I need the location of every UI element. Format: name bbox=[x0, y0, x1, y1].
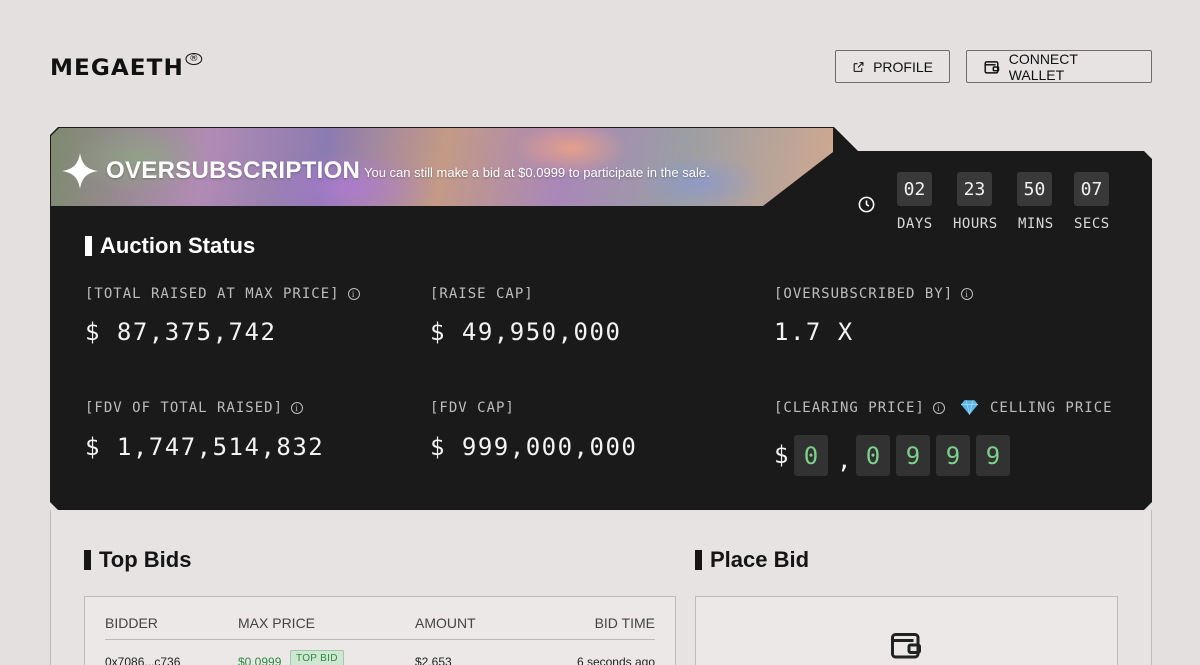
raise-cap-label-text: [RAISE CAP] bbox=[430, 286, 534, 302]
fdv-total-label-text: [FDV OF TOTAL RAISED] bbox=[85, 400, 284, 416]
clearing-digit: 9 bbox=[976, 435, 1010, 476]
column-header-bid-time: BID TIME bbox=[594, 615, 655, 631]
oversubscribed-value: 1.7 X bbox=[774, 318, 854, 346]
countdown-secs-label: SECS bbox=[1074, 216, 1110, 232]
column-header-max-price: MAX PRICE bbox=[238, 615, 316, 631]
countdown-days-label: DAYS bbox=[897, 216, 933, 232]
diamond-icon bbox=[961, 400, 978, 415]
bid-max-price: $0.0999 bbox=[238, 655, 282, 665]
fdv-total-label: [FDV OF TOTAL RAISED] i bbox=[85, 400, 304, 416]
info-icon[interactable]: i bbox=[961, 288, 974, 300]
top-bids-text: Top Bids bbox=[99, 547, 192, 572]
sparkle-icon bbox=[61, 152, 99, 190]
megaeth-logo[interactable]: MEGAETH ® bbox=[50, 52, 203, 81]
profile-label: PROFILE bbox=[873, 58, 933, 75]
auction-status-text: Auction Status bbox=[100, 233, 256, 258]
top-bids-table: BIDDER MAX PRICE AMOUNT BID TIME 0x7086.… bbox=[84, 596, 676, 665]
fdv-cap-value: $ 999,000,000 bbox=[430, 433, 638, 461]
bid-amount: $2,653 bbox=[415, 655, 452, 665]
connect-wallet-label: CONNECT WALLET bbox=[1008, 50, 1078, 83]
top-bid-badge: TOP BID bbox=[290, 650, 344, 665]
title-bar bbox=[695, 550, 702, 570]
raise-cap-label: [RAISE CAP] bbox=[430, 286, 534, 302]
total-raised-label-text: [TOTAL RAISED AT MAX PRICE] bbox=[85, 286, 340, 302]
banner-subtitle: You can still make a bid at $0.0999 to p… bbox=[364, 165, 710, 180]
info-icon[interactable]: i bbox=[347, 288, 360, 300]
registered-mark: ® bbox=[185, 52, 203, 65]
fdv-cap-label-text: [FDV CAP] bbox=[430, 400, 515, 416]
countdown-hours-label: HOURS bbox=[953, 216, 998, 232]
clock-icon bbox=[858, 196, 875, 213]
fdv-total-value: $ 1,747,514,832 bbox=[85, 433, 325, 461]
top-bids-title: Top Bids bbox=[84, 547, 191, 573]
title-bar bbox=[84, 550, 91, 570]
wallet-icon bbox=[984, 60, 1000, 74]
oversubscribed-label-text: [OVERSUBSCRIBED BY] bbox=[774, 286, 954, 302]
title-bar bbox=[85, 236, 92, 256]
raise-cap-value: $ 49,950,000 bbox=[430, 318, 622, 346]
header-divider bbox=[105, 639, 655, 640]
place-bid-text: Place Bid bbox=[710, 547, 810, 572]
profile-button[interactable]: PROFILE bbox=[835, 50, 950, 83]
clearing-price-label: [CLEARING PRICE] i bbox=[774, 400, 945, 416]
clearing-dollar: $ bbox=[774, 441, 789, 469]
bidder-address: 0x7086...c736 bbox=[105, 655, 181, 665]
bid-time-link[interactable]: 6 seconds ago bbox=[577, 655, 655, 665]
clearing-price-label-text: [CLEARING PRICE] bbox=[774, 400, 925, 416]
oversubscribed-label: [OVERSUBSCRIBED BY] i bbox=[774, 286, 974, 302]
total-raised-label: [TOTAL RAISED AT MAX PRICE] i bbox=[85, 286, 360, 302]
info-icon[interactable]: i bbox=[932, 402, 945, 414]
countdown-mins-label: MINS bbox=[1018, 216, 1054, 232]
column-header-amount: AMOUNT bbox=[415, 615, 476, 631]
logo-text: MEGAETH bbox=[50, 56, 184, 81]
ceiling-price-label: CELLING PRICE bbox=[990, 400, 1113, 416]
connect-wallet-button[interactable]: CONNECT WALLET bbox=[966, 50, 1152, 83]
place-bid-title: Place Bid bbox=[695, 547, 809, 573]
clearing-digit: 0 bbox=[856, 435, 890, 476]
column-header-bidder: BIDDER bbox=[105, 615, 158, 631]
clearing-digit: 9 bbox=[896, 435, 930, 476]
wallet-icon bbox=[891, 633, 921, 659]
clearing-digit: 0 bbox=[794, 435, 828, 476]
fdv-cap-label: [FDV CAP] bbox=[430, 400, 515, 416]
external-link-icon bbox=[853, 61, 864, 72]
total-raised-value: $ 87,375,742 bbox=[85, 318, 277, 346]
countdown-secs: 07 bbox=[1074, 172, 1109, 206]
auction-status-title: Auction Status bbox=[85, 233, 255, 259]
info-icon[interactable]: i bbox=[291, 402, 304, 414]
countdown-mins: 50 bbox=[1017, 172, 1052, 206]
banner-title: OVERSUBSCRIPTION bbox=[106, 157, 361, 184]
clearing-separator: , bbox=[837, 446, 852, 474]
clearing-digit: 9 bbox=[936, 435, 970, 476]
countdown-hours: 23 bbox=[957, 172, 992, 206]
countdown-days: 02 bbox=[897, 172, 932, 206]
place-bid-panel bbox=[695, 596, 1118, 665]
